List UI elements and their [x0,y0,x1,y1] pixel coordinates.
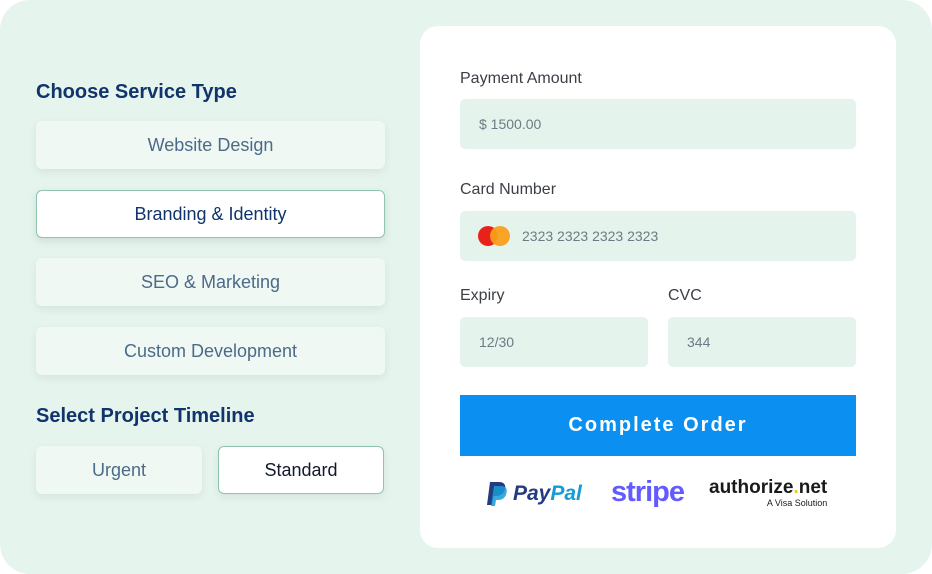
expiry-field[interactable]: 12/30 [460,317,648,367]
service-option-custom-development[interactable]: Custom Development [36,327,385,375]
stripe-logo: stripe [611,476,685,509]
card-number-value: 2323 2323 2323 2323 [522,228,659,244]
service-option-seo-marketing[interactable]: SEO & Marketing [36,258,385,306]
paypal-logo: Pay Pal [486,481,582,506]
payment-amount-field[interactable]: $ 1500.00 [460,99,856,149]
authorize-wordmark-a: authorize [709,477,794,498]
paypal-wordmark-pal: Pal [550,481,582,505]
mastercard-icon [478,226,510,246]
project-timeline-heading: Select Project Timeline [36,405,255,427]
service-option-branding-identity[interactable]: Branding & Identity [36,190,385,238]
timeline-option-urgent[interactable]: Urgent [36,446,202,494]
payment-amount-value: $ 1500.00 [479,116,542,132]
authorize-net-logo: authorize.net A Visa Solution [709,478,827,509]
expiry-label: Expiry [460,287,505,304]
payment-amount-label: Payment Amount [460,70,582,87]
cvc-field[interactable]: 344 [668,317,856,367]
cvc-value: 344 [687,334,711,350]
paypal-wordmark-pay: Pay [513,481,551,505]
card-number-field[interactable]: 2323 2323 2323 2323 [460,211,856,261]
authorize-wordmark-b: net [798,477,828,498]
expiry-value: 12/30 [479,334,515,350]
checkout-panel: Choose Service Type Website Design Brand… [0,0,932,574]
stripe-wordmark: stripe [611,476,685,508]
authorize-tagline: A Visa Solution [766,498,828,508]
paypal-icon [487,482,507,506]
payment-card: Payment Amount $ 1500.00 Card Number 232… [420,26,896,548]
service-type-heading: Choose Service Type [36,81,237,103]
timeline-option-standard[interactable]: Standard [218,446,384,494]
card-number-label: Card Number [460,181,557,198]
service-option-website-design[interactable]: Website Design [36,121,385,169]
complete-order-button[interactable]: Complete Order [460,395,856,456]
cvc-label: CVC [668,287,702,304]
